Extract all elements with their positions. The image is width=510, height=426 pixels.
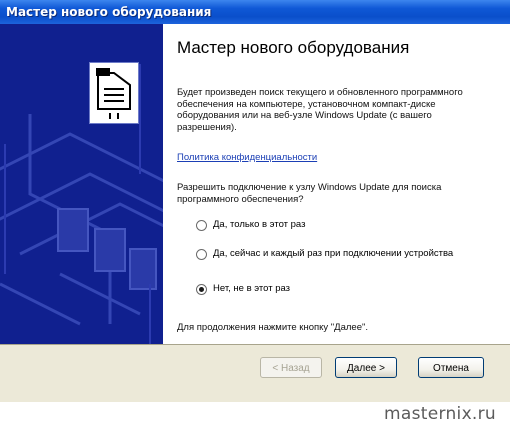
question-text: Разрешить подключение к узлу Windows Upd… (177, 182, 442, 205)
window-title: Мастер нового оборудования (0, 0, 510, 24)
wizard-content: Мастер нового оборудования Будет произве… (163, 24, 510, 344)
radio-option-once[interactable]: Да, только в этот раз (196, 219, 496, 231)
radio-option-no[interactable]: Нет, не в этот раз (196, 283, 496, 295)
wizard-window: Мастер нового оборудования Мастер нового… (0, 0, 510, 402)
next-button[interactable]: Далее > (335, 357, 397, 378)
radio-option-always[interactable]: Да, сейчас и каждый раз при подключении … (196, 248, 486, 260)
radio-label: Да, только в этот раз (213, 219, 306, 230)
back-button[interactable]: < Назад (260, 357, 322, 378)
cancel-button[interactable]: Отмена (418, 357, 484, 378)
radio-label: Нет, не в этот раз (213, 283, 291, 294)
wizard-button-bar: < Назад Далее > Отмена (0, 344, 510, 402)
continue-instruction: Для продолжения нажмите кнопку "Далее". (177, 322, 368, 333)
radio-button[interactable] (196, 249, 207, 260)
page-heading: Мастер нового оборудования (177, 38, 410, 57)
watermark: masternix.ru (384, 404, 496, 424)
radio-label: Да, сейчас и каждый раз при подключении … (213, 248, 454, 259)
privacy-policy-link[interactable]: Политика конфиденциальности (177, 152, 317, 164)
hardware-card-icon (89, 62, 139, 124)
radio-button[interactable] (196, 220, 207, 231)
wizard-sidebar (0, 24, 163, 344)
radio-button-selected[interactable] (196, 284, 207, 295)
description-text: Будет произведен поиск текущего и обновл… (177, 87, 463, 133)
